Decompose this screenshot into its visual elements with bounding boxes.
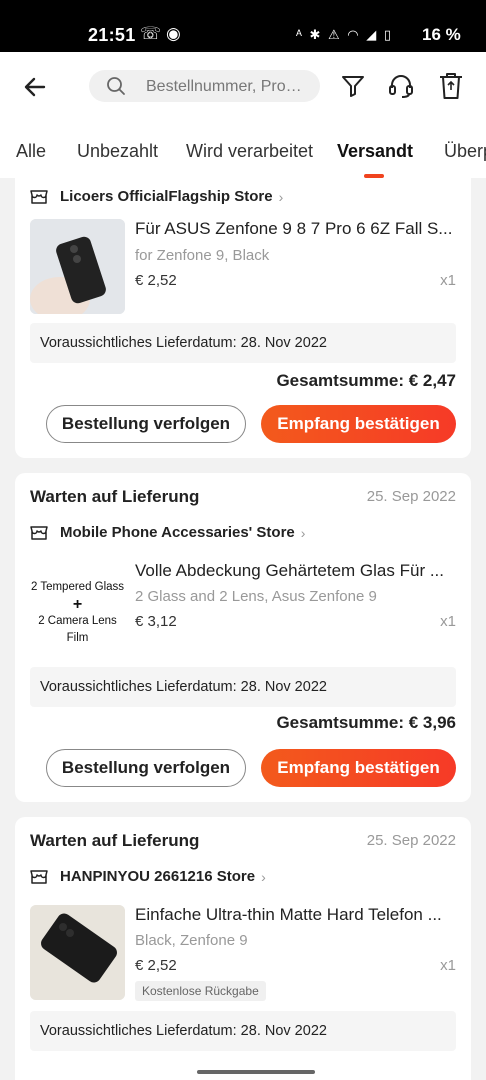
order-total: Gesamtsumme: € 3,96	[276, 713, 456, 732]
filter-button[interactable]	[338, 71, 368, 101]
product-price: € 2,52	[135, 957, 177, 974]
tab-all[interactable]: Alle	[16, 141, 46, 162]
trash-icon	[440, 73, 462, 99]
product-image-label: 2 Tempered Glass + 2 Camera Lens Film	[30, 581, 125, 644]
product-variant: 2 Glass and 2 Lens, Asus Zenfone 9	[135, 588, 377, 605]
system-icons: ᴬ ✱ ⚠ ◠ ◢ ▯	[296, 27, 393, 42]
recycle-bin-button[interactable]	[436, 71, 466, 101]
product-title[interactable]: Für ASUS Zenfone 9 8 7 Pro 6 6Z Fall S..…	[135, 219, 457, 239]
confirm-receipt-button[interactable]: Empfang bestätigen	[261, 405, 456, 443]
product-quantity: x1	[440, 957, 456, 974]
store-name: Licoers OfficialFlagship Store	[60, 188, 273, 205]
product-price: € 3,12	[135, 613, 177, 630]
search-icon	[107, 77, 125, 95]
search-placeholder: Bestellnummer, Pro…	[146, 78, 302, 95]
store-row[interactable]: HANPINYOU 2661216 Store ›	[30, 868, 266, 885]
track-order-button[interactable]: Bestellung verfolgen	[46, 749, 246, 787]
order-date: 25. Sep 2022	[366, 488, 456, 505]
product-variant: for Zenfone 9, Black	[135, 247, 270, 264]
order-status: Warten auf Lieferung	[30, 487, 200, 506]
phone-case-image	[30, 219, 125, 314]
product-price: € 2,52	[135, 272, 177, 289]
battery-level: 16 %	[422, 25, 461, 44]
order-card: Warten auf Lieferung 25. Sep 2022 Mobile…	[15, 473, 471, 802]
product-title[interactable]: Einfache Ultra-thin Matte Hard Telefon .…	[135, 905, 457, 925]
store-name: Mobile Phone Accessaries' Store	[60, 524, 295, 541]
tab-unpaid[interactable]: Unbezahlt	[77, 141, 158, 162]
product-quantity: x1	[440, 613, 456, 630]
store-icon	[30, 189, 48, 204]
tab-review[interactable]: Überp	[444, 141, 486, 162]
track-order-button[interactable]: Bestellung verfolgen	[46, 405, 246, 443]
chevron-right-icon: ›	[261, 868, 266, 885]
delivery-estimate: Voraussichtliches Lieferdatum: 28. Nov 2…	[30, 1011, 456, 1051]
free-return-badge: Kostenlose Rückgabe	[135, 981, 266, 1001]
product-image[interactable]	[30, 905, 125, 1000]
product-title[interactable]: Volle Abdeckung Gehärtetem Glas Für ...	[135, 561, 457, 581]
product-quantity: x1	[440, 272, 456, 289]
store-icon	[30, 525, 48, 540]
filter-icon	[342, 76, 364, 97]
delivery-estimate: Voraussichtliches Lieferdatum: 28. Nov 2…	[30, 323, 456, 363]
phone-case-image	[30, 905, 125, 1000]
notification-icons: ☏ ◉	[140, 24, 181, 43]
order-card: Licoers OfficialFlagship Store › Für ASU…	[15, 178, 471, 458]
store-row[interactable]: Licoers OfficialFlagship Store ›	[30, 188, 283, 205]
back-button[interactable]	[18, 70, 52, 104]
order-list: Licoers OfficialFlagship Store › Für ASU…	[0, 178, 486, 1080]
arrow-left-icon	[24, 77, 46, 97]
order-total: Gesamtsumme: € 2,47	[276, 371, 456, 390]
chevron-right-icon: ›	[278, 188, 284, 205]
product-variant: Black, Zenfone 9	[135, 932, 248, 949]
product-image[interactable]: 2 Tempered Glass + 2 Camera Lens Film	[30, 561, 125, 656]
top-header: Bestellnummer, Pro…	[0, 52, 486, 122]
order-card: Warten auf Lieferung 25. Sep 2022 HANPIN…	[15, 817, 471, 1080]
product-image[interactable]	[30, 219, 125, 314]
store-icon	[30, 869, 48, 884]
order-status: Warten auf Lieferung	[30, 831, 200, 850]
status-bar: 21:51 ☏ ◉ ᴬ ✱ ⚠ ◠ ◢ ▯ 16 %	[0, 0, 486, 52]
customer-service-button[interactable]	[386, 71, 416, 101]
search-input[interactable]: Bestellnummer, Pro…	[89, 70, 320, 102]
order-date: 25. Sep 2022	[366, 832, 456, 849]
headset-icon	[389, 75, 413, 98]
order-tabs: Alle Unbezahlt Wird verarbeitet Versandt…	[0, 122, 486, 178]
gesture-nav-bar[interactable]	[197, 1070, 315, 1074]
tab-processing[interactable]: Wird verarbeitet	[186, 141, 313, 162]
chevron-right-icon: ›	[300, 524, 306, 541]
tab-shipped[interactable]: Versandt	[337, 141, 413, 162]
delivery-estimate: Voraussichtliches Lieferdatum: 28. Nov 2…	[30, 667, 456, 707]
store-row[interactable]: Mobile Phone Accessaries' Store ›	[30, 524, 305, 541]
status-time: 21:51	[88, 25, 136, 45]
store-name: HANPINYOU 2661216 Store	[60, 868, 256, 885]
confirm-receipt-button[interactable]: Empfang bestätigen	[261, 749, 456, 787]
